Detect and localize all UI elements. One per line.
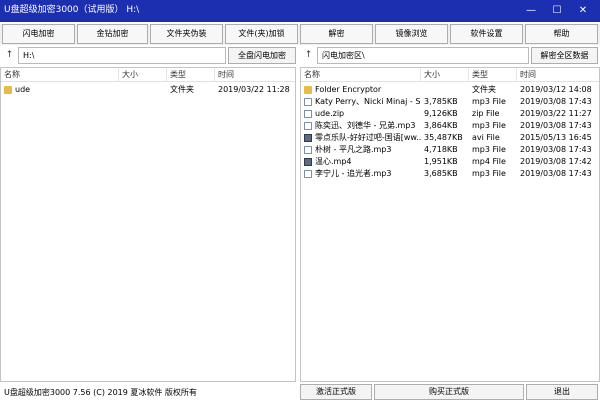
- folder-icon: [4, 86, 12, 94]
- file-time: 2019/03/08 17:43: [520, 145, 592, 154]
- file-row[interactable]: 李宁儿 - 追光者.mp3 3,685KB mp3 File 2019/03/0…: [301, 168, 599, 180]
- file-name: 零点乐队-好好过吧-国语[ww...: [315, 133, 421, 142]
- maximize-button[interactable]: ☐: [546, 2, 568, 19]
- lightning-encrypt-button[interactable]: 闪电加密: [2, 24, 75, 44]
- full-disk-encrypt-button[interactable]: 全盘闪电加密: [228, 47, 296, 64]
- file-name: 陈奕迅、刘德华 - 兄弟.mp3: [315, 121, 416, 130]
- left-path-field[interactable]: H:\: [18, 47, 226, 64]
- file-time: 2019/03/22 11:28: [218, 85, 290, 94]
- file-size: 3,685KB: [424, 169, 458, 178]
- status-text: U盘超级加密3000 7.56 (C) 2019 夏冰软件 版权所有: [4, 388, 197, 397]
- window-title: U盘超级加密3000（试用版） H:\: [4, 5, 140, 15]
- minimize-button[interactable]: —: [520, 2, 542, 19]
- file-row[interactable]: 朴树 - 平凡之路.mp3 4,718KB mp3 File 2019/03/0…: [301, 144, 599, 156]
- status-bar: U盘超级加密3000 7.56 (C) 2019 夏冰软件 版权所有: [0, 384, 300, 402]
- file-size: 3,785KB: [424, 97, 458, 106]
- close-button[interactable]: ✕: [572, 2, 594, 19]
- film-icon: [304, 134, 312, 142]
- activate-button[interactable]: 激活正式版: [300, 384, 372, 400]
- file-type: mp3 File: [472, 121, 506, 130]
- left-column-header: 名称 大小 类型 时间: [1, 68, 295, 82]
- file-size: 3,864KB: [424, 121, 458, 130]
- file-size: 9,126KB: [424, 109, 458, 118]
- file-type: zip File: [472, 109, 500, 118]
- file-name: 温心.mp4: [315, 157, 352, 166]
- column-name[interactable]: 名称: [1, 68, 119, 82]
- file-size: [119, 84, 167, 96]
- left-file-list[interactable]: 名称 大小 类型 时间 ude 文件夹 2019/03/22 11:28: [0, 67, 296, 382]
- file-row[interactable]: 零点乐队-好好过吧-国语[ww... 35,487KB avi File 201…: [301, 132, 599, 144]
- file-row[interactable]: 陈奕迅、刘德华 - 兄弟.mp3 3,864KB mp3 File 2019/0…: [301, 120, 599, 132]
- file-type: mp3 File: [472, 145, 506, 154]
- file-time: 2019/03/08 17:43: [520, 121, 592, 130]
- file-name: ude: [15, 85, 31, 94]
- file-row[interactable]: Katy Perry、Nicki Minaj - S... 3,785KB mp…: [301, 96, 599, 108]
- file-type: mp3 File: [472, 169, 506, 178]
- file-type: 文件夹: [472, 85, 496, 94]
- right-column-header: 名称 大小 类型 时间: [301, 68, 599, 82]
- file-type: mp3 File: [472, 97, 506, 106]
- toolbar: 闪电加密 金钻加密 文件夹伪装 文件(夹)加锁 解密 镜像浏览 软件设置 帮助: [0, 24, 600, 45]
- file-row[interactable]: ude 文件夹 2019/03/22 11:28: [1, 84, 295, 96]
- file-size: 1,951KB: [424, 157, 458, 166]
- file-time: 2019/03/22 11:27: [520, 109, 592, 118]
- right-up-arrow-icon[interactable]: ↑: [301, 47, 316, 64]
- decrypt-button[interactable]: 解密: [300, 24, 373, 44]
- folder-disguise-button[interactable]: 文件夹伪装: [150, 24, 223, 44]
- right-path-bar: ↑ 闪电加密区\ 解密全区数据: [301, 47, 598, 64]
- file-row[interactable]: ude.zip 9,126KB zip File 2019/03/22 11:2…: [301, 108, 599, 120]
- exit-button[interactable]: 退出: [526, 384, 598, 400]
- mirror-browse-button[interactable]: 镜像浏览: [375, 24, 448, 44]
- right-path-field[interactable]: 闪电加密区\: [317, 47, 529, 64]
- file-time: 2015/05/13 16:45: [520, 133, 592, 142]
- folder-icon: [304, 86, 312, 94]
- buy-button[interactable]: 购买正式版: [374, 384, 524, 400]
- diamond-encrypt-button[interactable]: 金钻加密: [77, 24, 148, 44]
- file-name: 李宁儿 - 追光者.mp3: [315, 169, 392, 178]
- file-icon: [304, 98, 312, 106]
- column-type[interactable]: 类型: [469, 68, 517, 82]
- file-time: 2019/03/08 17:43: [520, 169, 592, 178]
- column-name[interactable]: 名称: [301, 68, 421, 82]
- file-icon: [304, 122, 312, 130]
- right-file-list[interactable]: 名称 大小 类型 时间 Folder Encryptor 文件夹 2019/03…: [300, 67, 600, 382]
- file-time: 2019/03/12 14:08: [520, 85, 592, 94]
- left-up-arrow-icon[interactable]: ↑: [2, 47, 17, 64]
- file-name: ude.zip: [315, 109, 345, 118]
- title-bar: U盘超级加密3000（试用版） H:\ — ☐ ✕: [0, 0, 600, 22]
- file-time: 2019/03/08 17:42: [520, 157, 592, 166]
- settings-button[interactable]: 软件设置: [450, 24, 523, 44]
- film-icon: [304, 158, 312, 166]
- file-name: Katy Perry、Nicki Minaj - S...: [315, 97, 421, 106]
- file-row[interactable]: Folder Encryptor 文件夹 2019/03/12 14:08: [301, 84, 599, 96]
- file-size: 4,718KB: [424, 145, 458, 154]
- file-size: 35,487KB: [424, 133, 463, 142]
- help-button[interactable]: 帮助: [525, 24, 598, 44]
- column-size[interactable]: 大小: [119, 68, 167, 82]
- column-size[interactable]: 大小: [421, 68, 469, 82]
- decrypt-all-button[interactable]: 解密全区数据: [531, 47, 598, 64]
- file-icon: [304, 110, 312, 118]
- file-size: [421, 84, 469, 96]
- file-time: 2019/03/08 17:43: [520, 97, 592, 106]
- column-type[interactable]: 类型: [167, 68, 215, 82]
- left-path-bar: ↑ H:\ 全盘闪电加密: [2, 47, 296, 64]
- file-icon: [304, 146, 312, 154]
- file-lock-button[interactable]: 文件(夹)加锁: [225, 24, 298, 44]
- file-name: Folder Encryptor: [315, 85, 382, 94]
- file-type: 文件夹: [170, 85, 194, 94]
- column-time[interactable]: 时间: [517, 68, 599, 82]
- file-type: avi File: [472, 133, 500, 142]
- file-name: 朴树 - 平凡之路.mp3: [315, 145, 392, 154]
- column-time[interactable]: 时间: [215, 68, 295, 82]
- file-type: mp4 File: [472, 157, 506, 166]
- file-row[interactable]: 温心.mp4 1,951KB mp4 File 2019/03/08 17:42: [301, 156, 599, 168]
- file-icon: [304, 170, 312, 178]
